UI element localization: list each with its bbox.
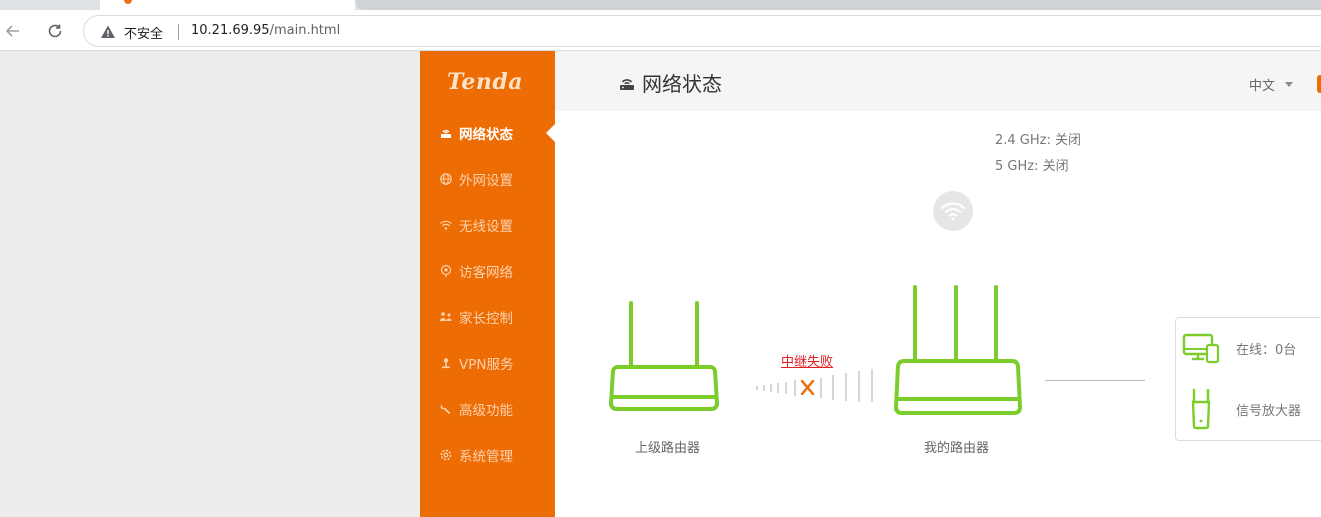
browser-tab-inactive[interactable] <box>356 0 1321 10</box>
connector-line <box>1045 380 1145 381</box>
reload-icon <box>48 24 62 38</box>
back-arrow-icon <box>5 25 19 37</box>
content-header: 网络状态 中文 <box>555 51 1321 111</box>
wifi-24ghz-status: 2.4 GHz: 关闭 <box>995 133 1081 148</box>
sidebar-item-label: 外网设置 <box>459 173 513 189</box>
page-title-wrap: 网络状态 <box>618 68 722 97</box>
tab-controls[interactable] <box>20 0 90 15</box>
back-button[interactable] <box>0 18 26 44</box>
client-panel: 在线：0台 信号放大器 <box>1175 317 1321 441</box>
sidebar-item-network-status[interactable]: 网络状态 <box>420 118 556 148</box>
guest-icon <box>439 264 453 278</box>
upper-router-label: 上级路由器 <box>635 441 701 456</box>
logout-button-edge[interactable] <box>1317 75 1321 93</box>
router-icon <box>439 126 453 140</box>
tenda-logo[interactable]: Tenda <box>447 69 523 95</box>
browser-tab-strip <box>0 0 1321 15</box>
signal-lost-icon <box>756 369 873 402</box>
my-router-icon[interactable] <box>894 283 1024 419</box>
wrench-icon <box>439 402 453 416</box>
sidebar: Tenda 网络状态 外网设置 无线设置 访客网络 家长控制 VPN服务 高级功… <box>420 51 556 517</box>
devices-icon <box>1176 332 1226 364</box>
family-icon <box>439 310 453 324</box>
gear-icon <box>439 448 453 462</box>
page-viewport: Tenda 网络状态 外网设置 无线设置 访客网络 家长控制 VPN服务 高级功… <box>0 51 1321 517</box>
sidebar-item-label: 无线设置 <box>459 219 513 235</box>
sidebar-item-wireless-settings[interactable]: 无线设置 <box>420 210 555 240</box>
url-path: /main.html <box>269 23 341 38</box>
extender-icon <box>1176 388 1226 430</box>
wifi-5ghz-status: 5 GHz: 关闭 <box>995 159 1069 174</box>
sidebar-item-label: 网络状态 <box>459 127 513 143</box>
main-content: 网络状态 中文 2.4 GHz: 关闭 5 GHz: 关闭 上级路由器 中继失败 <box>555 51 1321 517</box>
my-router-label: 我的路由器 <box>924 441 990 456</box>
security-label[interactable]: 不安全 <box>124 23 163 42</box>
sidebar-item-guest-network[interactable]: 访客网络 <box>420 256 555 286</box>
sidebar-item-label: 家长控制 <box>459 311 513 327</box>
sidebar-item-system-management[interactable]: 系统管理 <box>420 440 555 470</box>
upper-router-icon[interactable] <box>608 299 720 419</box>
sidebar-item-label: 访客网络 <box>459 265 513 281</box>
language-label: 中文 <box>1249 79 1276 94</box>
online-clients-count: 在线：0台 <box>1236 342 1297 358</box>
sidebar-item-vpn-service[interactable]: VPN服务 <box>420 348 555 378</box>
router-icon <box>620 78 634 90</box>
wifi-status-icon[interactable] <box>933 191 973 231</box>
globe-icon <box>439 172 453 186</box>
page-title: 网络状态 <box>642 72 722 96</box>
online-clients-row[interactable]: 在线：0台 <box>1176 332 1296 364</box>
url-text[interactable]: 10.21.69.95/main.html <box>191 23 340 38</box>
reload-button[interactable] <box>42 18 68 44</box>
sidebar-item-parental-control[interactable]: 家长控制 <box>420 302 555 332</box>
browser-toolbar: 不安全 10.21.69.95/main.html <box>0 10 1321 51</box>
chevron-down-icon <box>1285 82 1294 87</box>
extender-label: 信号放大器 <box>1236 403 1302 419</box>
sidebar-item-advanced[interactable]: 高级功能 <box>420 394 555 424</box>
language-select[interactable]: 中文 <box>1249 75 1294 94</box>
extender-row[interactable]: 信号放大器 <box>1176 388 1301 430</box>
warning-icon[interactable] <box>100 24 116 40</box>
address-bar[interactable]: 不安全 10.21.69.95/main.html <box>83 15 1321 47</box>
vpn-icon <box>439 356 453 370</box>
sidebar-item-label: 高级功能 <box>459 403 513 419</box>
sidebar-item-label: 系统管理 <box>459 449 513 465</box>
sidebar-item-wan-settings[interactable]: 外网设置 <box>420 164 555 194</box>
omnibox-divider <box>178 24 179 40</box>
wifi-icon <box>439 218 453 232</box>
browser-tab-active[interactable] <box>100 0 355 10</box>
url-host: 10.21.69.95 <box>191 23 270 38</box>
sidebar-item-label: VPN服务 <box>459 357 514 373</box>
